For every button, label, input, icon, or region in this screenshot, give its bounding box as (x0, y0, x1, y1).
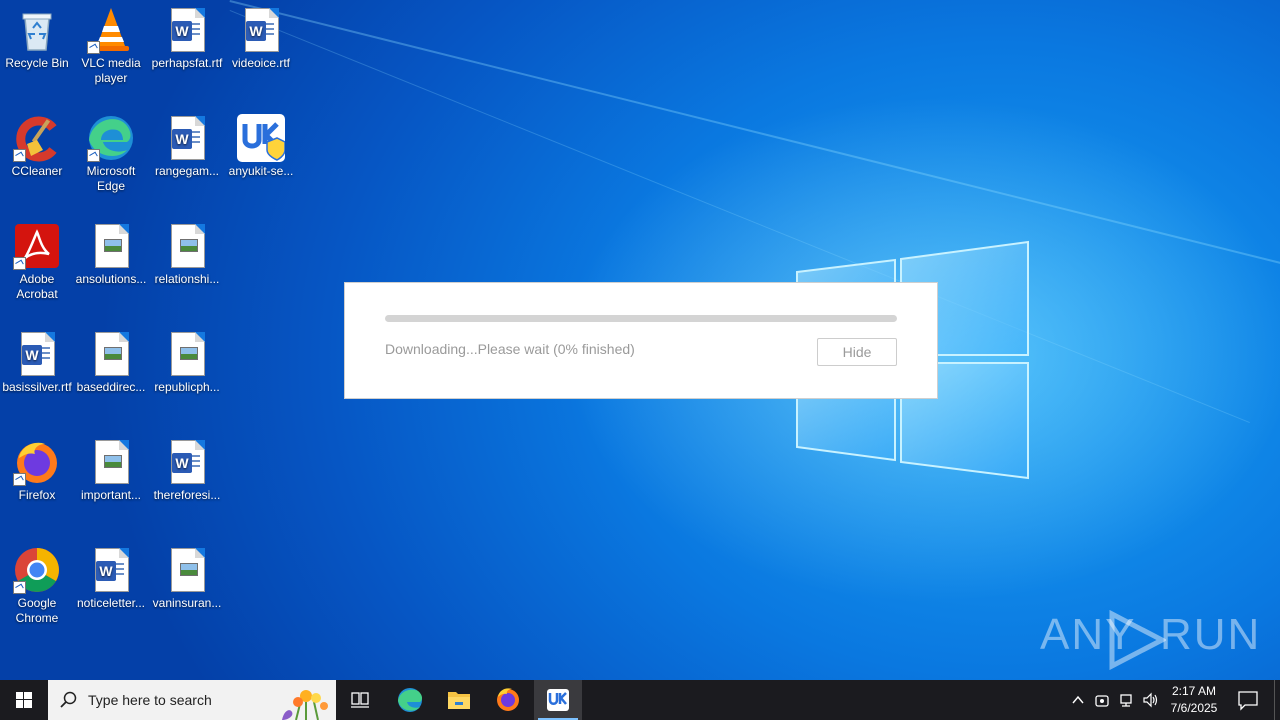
word-document-icon: W (21, 332, 55, 376)
desktop-icon-baseddirec[interactable]: baseddirec... (74, 324, 148, 395)
desktop-icon-label: ansolutions... (75, 272, 147, 286)
word-document-icon: W (95, 548, 129, 592)
taskbar-firefox-button[interactable] (484, 680, 532, 720)
watermark-text-right: RUN (1160, 610, 1262, 659)
desktop-icon-recycle-bin[interactable]: Recycle Bin (0, 0, 74, 71)
desktop-icon-label: rangegam... (154, 164, 220, 178)
desktop-icon-label: Recycle Bin (5, 56, 69, 70)
word-document-icon: W (171, 440, 205, 484)
desktop-icon-label: perhapsfat.rtf (151, 56, 223, 70)
start-button[interactable] (0, 680, 48, 720)
anyukit-installer-icon (547, 689, 569, 711)
meet-now-icon[interactable] (1094, 692, 1110, 708)
network-icon[interactable] (1118, 692, 1134, 708)
desktop-icon-label: VLC media player (81, 56, 141, 85)
taskbar-clock[interactable]: 2:17 AM 7/6/2025 (1160, 683, 1228, 717)
desktop-icon-republicph[interactable]: republicph... (150, 324, 224, 395)
desktop-icon-relationshi[interactable]: relationshi... (150, 216, 224, 287)
shortcut-arrow-icon (13, 149, 26, 162)
desktop-icon-label: relationshi... (154, 272, 220, 286)
image-file-icon (95, 224, 129, 268)
volume-icon[interactable] (1142, 692, 1160, 708)
action-center-button[interactable] (1228, 680, 1276, 720)
shortcut-arrow-icon (13, 473, 26, 486)
task-view-button[interactable] (336, 680, 384, 720)
desktop-icon-rangegam[interactable]: W rangegam... (150, 108, 224, 179)
microsoft-edge-icon (398, 688, 423, 712)
desktop-icon-label: thereforesi... (153, 488, 221, 502)
image-file-icon (171, 224, 205, 268)
firefox-icon (497, 688, 519, 711)
clock-date: 7/6/2025 (1170, 701, 1218, 715)
desktop-icon-basissilver[interactable]: W basissilver.rtf (0, 324, 74, 395)
desktop-icon-thereforesi[interactable]: W thereforesi... (150, 432, 224, 503)
desktop-icon-ccleaner[interactable]: CCleaner (0, 108, 74, 179)
search-highlight-flowers-icon (282, 690, 328, 720)
download-progress-bar (385, 315, 897, 322)
desktop-icon-google-chrome[interactable]: Google Chrome (0, 540, 74, 626)
taskbar-edge-button[interactable] (386, 680, 434, 720)
desktop-icon-anyukit[interactable]: anyukit-se... (224, 108, 298, 179)
search-icon (60, 691, 77, 708)
image-file-icon (95, 332, 129, 376)
desktop-icon-adobe-acrobat[interactable]: Adobe Acrobat (0, 216, 74, 302)
anyukit-installer-icon (237, 114, 286, 162)
show-desktop-button[interactable] (1274, 680, 1280, 720)
shortcut-arrow-icon (87, 41, 100, 54)
shortcut-arrow-icon (13, 257, 26, 270)
hide-button[interactable]: Hide (817, 338, 897, 366)
desktop-icon-label: Google Chrome (15, 596, 59, 625)
clock-time: 2:17 AM (1171, 684, 1217, 698)
desktop-icon-label: baseddirec... (76, 380, 146, 394)
desktop-icon-label: republicph... (154, 380, 220, 394)
desktop-icon-label: noticeletter... (76, 596, 146, 610)
shortcut-arrow-icon (87, 149, 100, 162)
image-file-icon (95, 440, 129, 484)
notification-icon (1238, 691, 1258, 711)
desktop-icon-perhapsfat[interactable]: W perhapsfat.rtf (150, 0, 224, 71)
desktop-icon-microsoft-edge[interactable]: Microsoft Edge (74, 108, 148, 194)
shortcut-arrow-icon (13, 581, 26, 594)
task-view-icon (351, 692, 369, 708)
desktop: Recycle Bin CCleaner Adobe Acrobat W bas… (0, 0, 1280, 680)
desktop-icon-vlc[interactable]: VLC media player (74, 0, 148, 86)
search-placeholder: Type here to search (88, 692, 212, 708)
word-document-icon: W (245, 8, 279, 52)
desktop-icon-label: Firefox (18, 488, 56, 502)
desktop-icon-noticeletter[interactable]: W noticeletter... (74, 540, 148, 611)
desktop-icon-label: basissilver.rtf (2, 380, 72, 394)
desktop-icon-vaninsuran[interactable]: vaninsuran... (150, 540, 224, 611)
desktop-icon-firefox[interactable]: Firefox (0, 432, 74, 503)
desktop-icon-videoice[interactable]: W videoice.rtf (224, 0, 298, 71)
desktop-icon-label: anyukit-se... (228, 164, 294, 178)
desktop-icon-label: CCleaner (11, 164, 63, 178)
taskbar-anyukit-button[interactable] (534, 680, 582, 720)
word-document-icon: W (171, 8, 205, 52)
taskbar-search-box[interactable]: Type here to search (48, 680, 336, 720)
chevron-up-icon[interactable] (1070, 692, 1086, 708)
download-status-text: Downloading...Please wait (0% finished) (385, 341, 635, 357)
image-file-icon (171, 548, 205, 592)
desktop-icon-label: videoice.rtf (231, 56, 291, 70)
folder-icon (448, 692, 470, 709)
recycle-bin-icon (22, 13, 52, 51)
desktop-icon-important[interactable]: important... (74, 432, 148, 503)
download-dialog: Downloading...Please wait (0% finished) … (344, 282, 938, 399)
desktop-icon-label: important... (80, 488, 142, 502)
taskbar-file-explorer-button[interactable] (435, 680, 483, 720)
play-triangle-icon (1109, 610, 1166, 670)
desktop-icon-ansolutions[interactable]: ansolutions... (74, 216, 148, 287)
image-file-icon (171, 332, 205, 376)
system-tray (1066, 680, 1160, 720)
windows-start-icon (16, 692, 32, 708)
word-document-icon: W (171, 116, 205, 160)
taskbar: Type here to search 2:17 AM 7/6/2025 (0, 680, 1280, 720)
desktop-icon-label: Adobe Acrobat (16, 272, 58, 301)
desktop-icon-label: vaninsuran... (152, 596, 222, 610)
desktop-icon-label: Microsoft Edge (86, 164, 136, 193)
